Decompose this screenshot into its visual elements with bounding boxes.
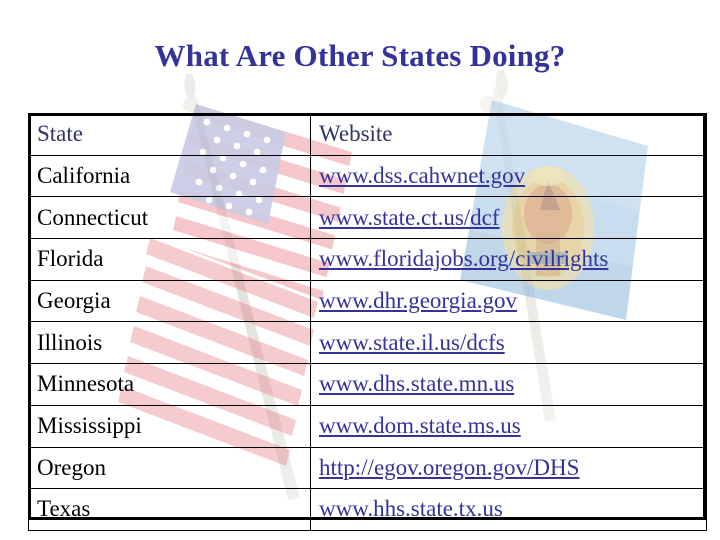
website-cell[interactable]: www.dhs.state.mn.us [310,363,707,406]
state-name: Oregon [28,446,311,490]
website-cell[interactable]: www.hhs.state.tx.us [310,488,707,531]
website-link[interactable]: www.dss.cahwnet.gov [319,163,525,188]
website-cell[interactable]: http://egov.oregon.gov/DHS [310,446,707,490]
table-row: Florida www.floridajobs.org/civilrights [28,238,707,281]
state-name: Illinois [28,321,311,365]
table-row: Mississippi www.dom.state.ms.us [28,404,707,448]
column-header-state: State [28,113,311,156]
table-row: Illinois www.state.il.us/dcfs [28,321,707,365]
state-name: Mississippi [28,404,311,448]
website-link[interactable]: http://egov.oregon.gov/DHS [319,455,579,480]
website-link[interactable]: www.dhs.state.mn.us [319,371,514,396]
table-body: State Website California www.dss.cahwnet… [28,113,707,531]
website-link[interactable]: www.state.il.us/dcfs [319,330,505,355]
website-cell[interactable]: www.floridajobs.org/civilrights [310,238,707,281]
website-cell[interactable]: www.state.ct.us/dcf [310,196,707,240]
states-websites-table: State Website California www.dss.cahwnet… [28,113,707,531]
table-row: Georgia www.dhr.georgia.gov [28,279,707,323]
table-header-row: State Website [28,113,707,156]
state-name: Florida [28,238,311,281]
state-name: Georgia [28,279,311,323]
table-row: Oregon http://egov.oregon.gov/DHS [28,446,707,490]
page-title: What Are Other States Doing? [154,38,566,73]
state-name: California [28,154,311,198]
website-link[interactable]: www.dhr.georgia.gov [319,288,517,313]
website-cell[interactable]: www.dss.cahwnet.gov [310,154,707,198]
website-cell[interactable]: www.dhr.georgia.gov [310,279,707,323]
website-cell[interactable]: www.state.il.us/dcfs [310,321,707,365]
website-link[interactable]: www.state.ct.us/dcf [319,205,500,230]
table-row: Texas www.hhs.state.tx.us [28,488,707,531]
state-name: Connecticut [28,196,311,240]
state-name: Minnesota [28,363,311,406]
table-row: Minnesota www.dhs.state.mn.us [28,363,707,406]
table-row: California www.dss.cahwnet.gov [28,154,707,198]
website-link[interactable]: www.hhs.state.tx.us [319,496,503,521]
website-link[interactable]: www.floridajobs.org/civilrights [319,246,608,271]
column-header-website: Website [310,113,707,156]
state-name: Texas [28,488,311,531]
slide: What Are Other States Doing? State Websi… [0,0,720,540]
table-row: Connecticut www.state.ct.us/dcf [28,196,707,240]
states-table-container: State Website California www.dss.cahwnet… [28,113,707,531]
website-link[interactable]: www.dom.state.ms.us [319,413,521,438]
website-cell[interactable]: www.dom.state.ms.us [310,404,707,448]
